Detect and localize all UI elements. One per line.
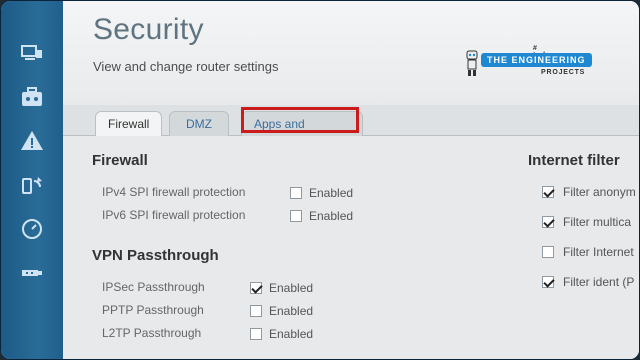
ipsec-checkbox[interactable]	[250, 282, 262, 294]
connectivity-arrows-icon[interactable]	[19, 173, 45, 197]
ipsec-label: IPSec Passthrough	[102, 280, 205, 294]
tab-dmz-label: DMZ	[186, 117, 212, 131]
ipv4-spi-enabled-label: Enabled	[309, 186, 354, 200]
ipv4-spi-label: IPv4 SPI firewall protection	[102, 185, 246, 199]
ipv6-spi-checkbox[interactable]	[290, 210, 302, 222]
clock-icon[interactable]	[19, 217, 45, 241]
page-title: Security	[93, 13, 204, 46]
ipv6-spi-enabled-label: Enabled	[309, 209, 354, 223]
ipv4-spi-checkbox[interactable]	[290, 187, 302, 199]
l2tp-checkbox[interactable]	[250, 328, 262, 340]
computer-router-icon[interactable]	[19, 41, 45, 65]
logo-projects: PROJECTS	[541, 69, 586, 76]
logo-brand: THE ENGINEERING	[481, 53, 592, 67]
app-window: Security View and change router settings…	[0, 0, 640, 360]
tab-firewall[interactable]: Firewall	[95, 111, 163, 137]
pptp-enabled-label: Enabled	[269, 304, 314, 318]
filter-anonymous-checkbox[interactable]	[542, 186, 554, 198]
tab-firewall-label: Firewall	[108, 117, 150, 131]
pptp-checkbox[interactable]	[250, 305, 262, 317]
filter-internet-label: Filter Internet	[563, 245, 634, 259]
page-subtitle: View and change router settings	[93, 59, 279, 74]
robot-logo-icon	[466, 50, 478, 76]
firewall-heading: Firewall	[92, 152, 148, 169]
filter-anonymous-label: Filter anonym	[563, 185, 636, 199]
sidebar	[1, 1, 63, 359]
l2tp-label: L2TP Passthrough	[102, 326, 202, 340]
internet-filter-heading: Internet filter	[528, 152, 620, 169]
filter-ident-label: Filter ident (P	[563, 275, 635, 289]
toolbox-icon[interactable]	[19, 85, 45, 109]
filter-multicast-label: Filter multica	[563, 215, 632, 229]
vpn-passthrough-heading: VPN Passthrough	[92, 247, 219, 264]
filter-ident-checkbox[interactable]	[542, 276, 554, 288]
usb-icon[interactable]	[19, 261, 45, 285]
filter-multicast-checkbox[interactable]	[542, 216, 554, 228]
ipv6-spi-label: IPv6 SPI firewall protection	[102, 208, 246, 222]
pptp-label: PPTP Passthrough	[102, 303, 204, 317]
ipsec-enabled-label: Enabled	[269, 281, 314, 295]
page-header: Security View and change router settings…	[63, 1, 639, 106]
engineering-projects-logo: # techopreneur THE ENGINEERING PROJECTS	[463, 45, 592, 85]
l2tp-enabled-label: Enabled	[269, 327, 314, 341]
filter-internet-checkbox[interactable]	[542, 246, 554, 258]
highlight-box	[241, 107, 359, 133]
tab-dmz[interactable]: DMZ	[169, 111, 229, 136]
settings-content: Firewall IPv4 SPI firewall protection En…	[63, 136, 639, 359]
warning-triangle-icon[interactable]	[19, 129, 45, 153]
